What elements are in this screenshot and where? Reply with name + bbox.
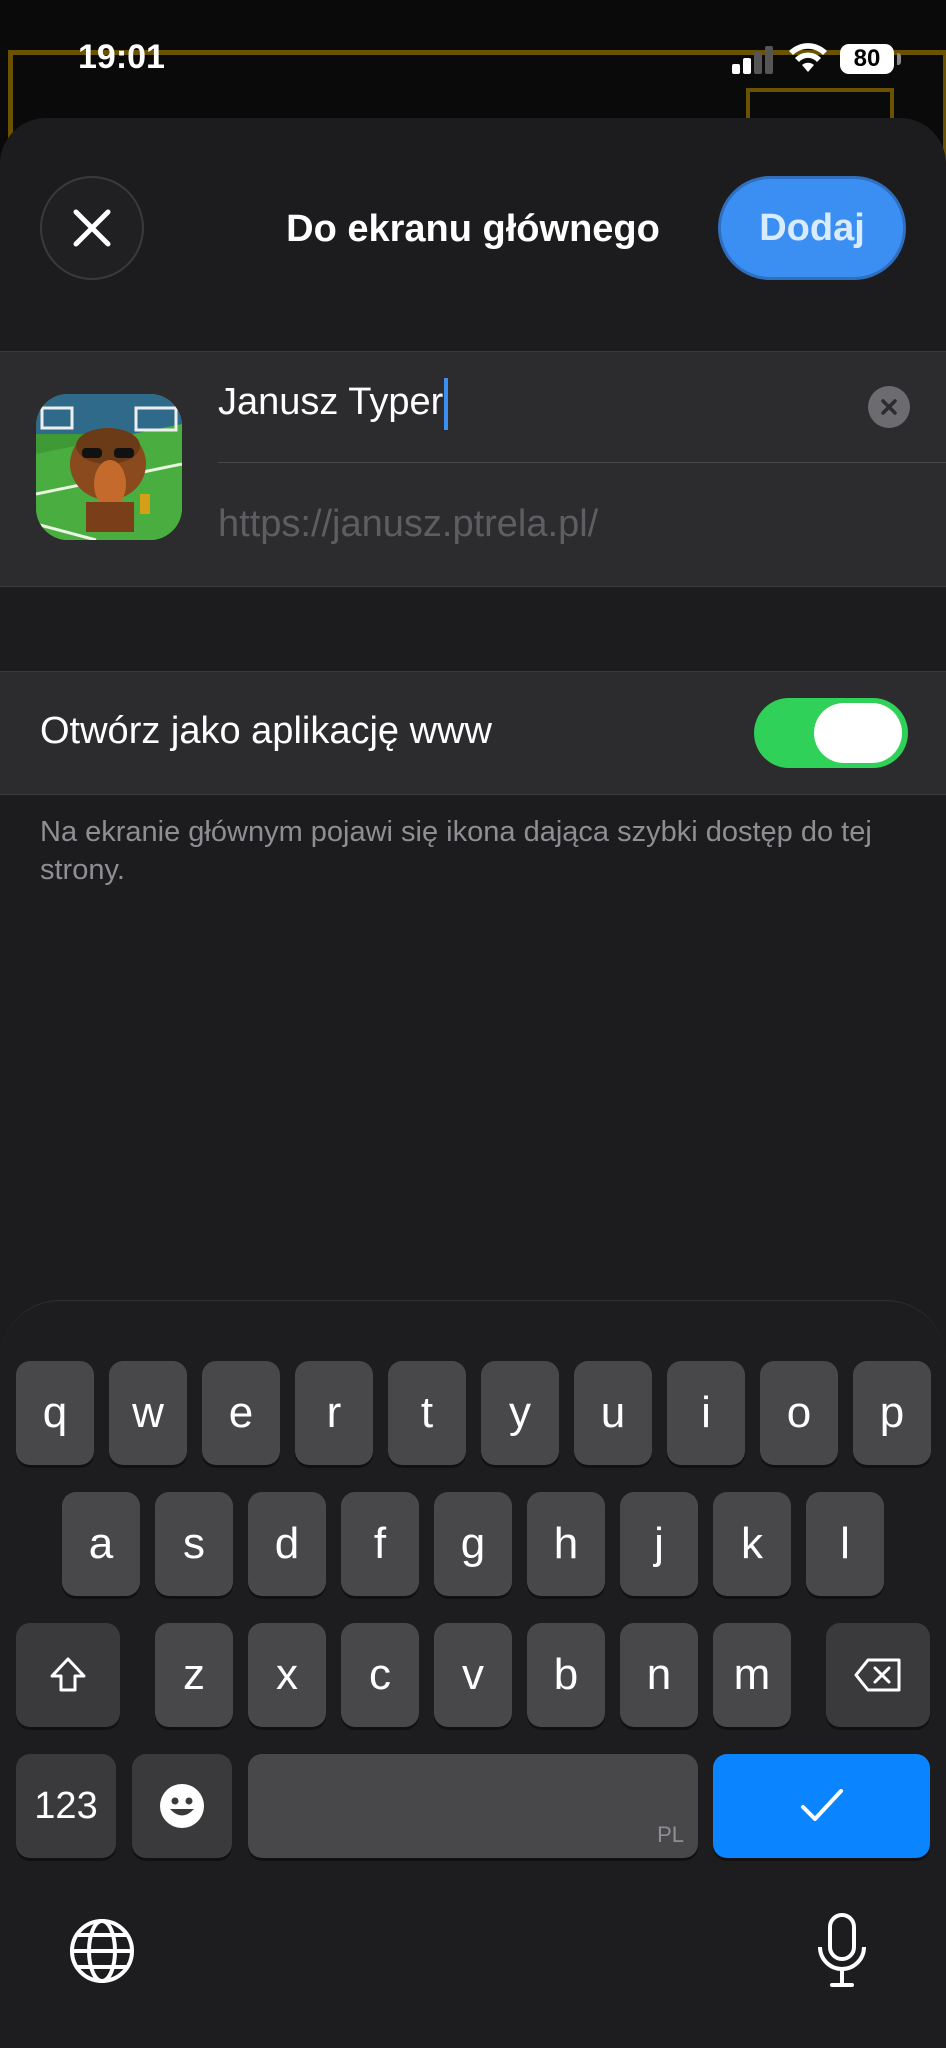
divider (218, 462, 946, 463)
name-input-value: Janusz Typer (218, 381, 444, 423)
battery-nub (897, 53, 901, 65)
clear-text-button[interactable] (868, 386, 910, 428)
key-c[interactable]: c (341, 1623, 419, 1727)
bookmark-info-card: Janusz Typer https://janusz.ptrela.pl/ (0, 351, 946, 587)
backspace-icon (854, 1658, 901, 1692)
text-caret (444, 377, 449, 430)
clear-icon (881, 399, 897, 415)
key-r[interactable]: r (295, 1361, 373, 1465)
key-n[interactable]: n (620, 1623, 698, 1727)
done-key[interactable] (713, 1754, 930, 1858)
key-d[interactable]: d (248, 1492, 326, 1596)
app-icon (36, 394, 182, 540)
key-z[interactable]: z (155, 1623, 233, 1727)
key-j[interactable]: j (620, 1492, 698, 1596)
key-p[interactable]: p (853, 1361, 931, 1465)
key-h[interactable]: h (527, 1492, 605, 1596)
language-hint: PL (657, 1822, 684, 1847)
web-app-toggle[interactable] (754, 698, 908, 768)
key-b[interactable]: b (527, 1623, 605, 1727)
globe-icon[interactable] (68, 1917, 136, 1985)
key-f[interactable]: f (341, 1492, 419, 1596)
name-input[interactable]: Janusz Typer (218, 372, 858, 432)
key-v[interactable]: v (434, 1623, 512, 1727)
status-time: 19:01 (78, 38, 165, 76)
key-m[interactable]: m (713, 1623, 791, 1727)
checkmark-icon (800, 1789, 843, 1821)
shift-key[interactable] (16, 1623, 120, 1727)
key-x[interactable]: x (248, 1623, 326, 1727)
space-key[interactable]: PL (248, 1754, 698, 1858)
key-t[interactable]: t (388, 1361, 466, 1465)
toggle-label: Otwórz jako aplikację www (40, 710, 492, 752)
web-app-toggle-row: Otwórz jako aplikację www (0, 671, 946, 795)
emoji-icon (160, 1784, 204, 1828)
emoji-key[interactable] (132, 1754, 232, 1858)
key-g[interactable]: g (434, 1492, 512, 1596)
key-l[interactable]: l (806, 1492, 884, 1596)
numbers-key[interactable]: 123 (16, 1754, 116, 1858)
shift-icon (50, 1657, 86, 1692)
toggle-knob (814, 703, 902, 763)
key-a[interactable]: a (62, 1492, 140, 1596)
key-i[interactable]: i (667, 1361, 745, 1465)
key-s[interactable]: s (155, 1492, 233, 1596)
status-bar: 19:01 80 (0, 0, 946, 120)
key-e[interactable]: e (202, 1361, 280, 1465)
close-icon (73, 209, 111, 247)
delete-key[interactable] (826, 1623, 930, 1727)
add-button[interactable]: Dodaj (718, 176, 906, 280)
keyboard: q w e r t y u i o p a s d f g h j k l z … (0, 1300, 946, 2048)
key-k[interactable]: k (713, 1492, 791, 1596)
footer-note: Na ekranie głównym pojawi się ikona dają… (40, 816, 872, 886)
key-w[interactable]: w (109, 1361, 187, 1465)
key-y[interactable]: y (481, 1361, 559, 1465)
url-text: https://janusz.ptrela.pl/ (218, 503, 599, 545)
key-o[interactable]: o (760, 1361, 838, 1465)
battery-indicator: 80 (840, 44, 894, 74)
close-button[interactable] (40, 176, 144, 280)
key-u[interactable]: u (574, 1361, 652, 1465)
sheet-title: Do ekranu głównego (286, 208, 660, 250)
cellular-signal-icon (732, 46, 773, 74)
wifi-icon (789, 43, 827, 72)
microphone-icon[interactable] (812, 1911, 872, 1991)
key-q[interactable]: q (16, 1361, 94, 1465)
